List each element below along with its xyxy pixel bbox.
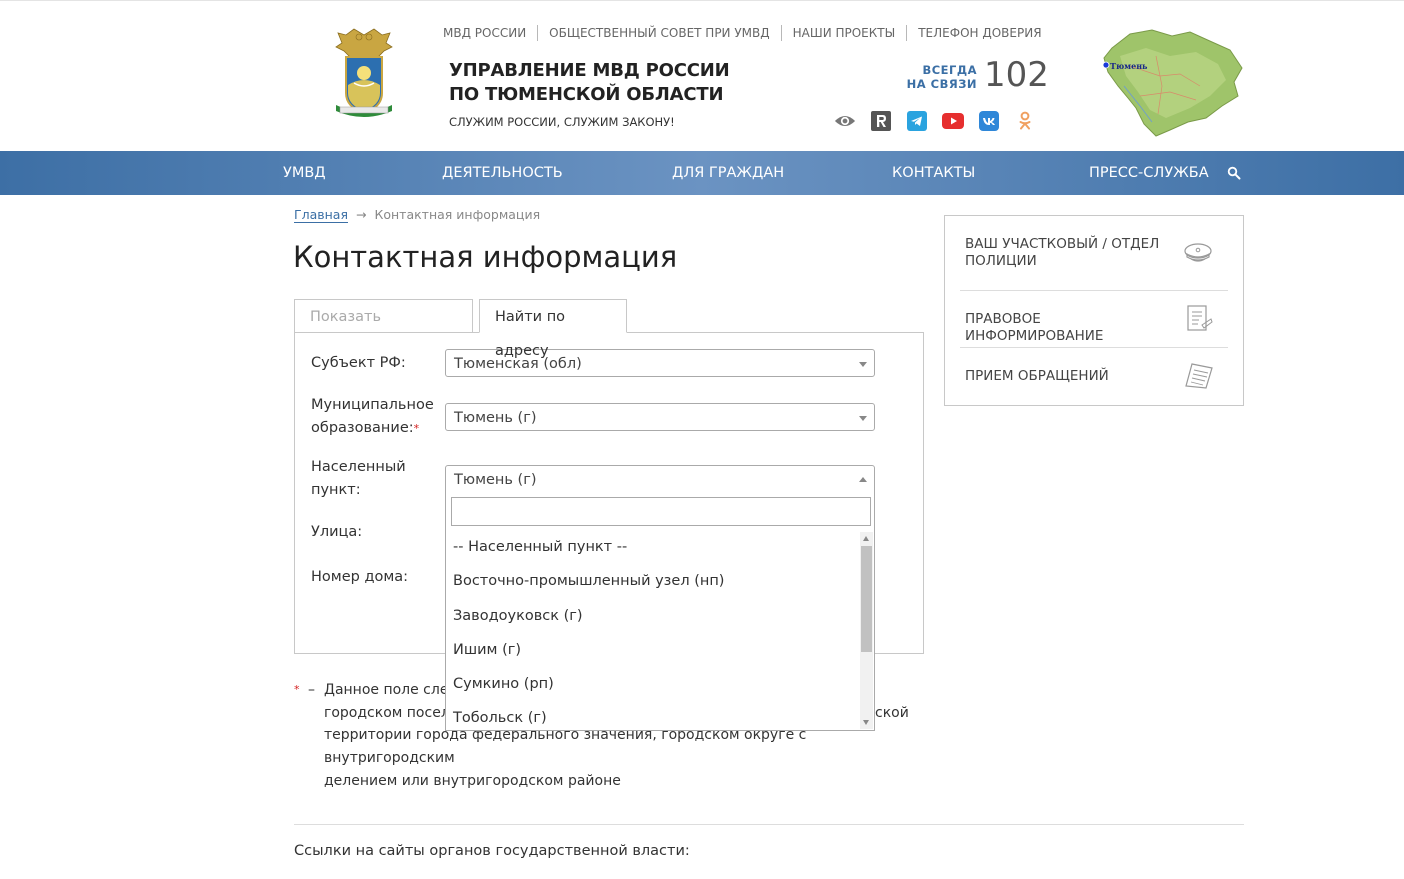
page-title: Контактная информация <box>293 240 678 274</box>
chevron-down-icon <box>859 362 867 367</box>
top-link-hotline[interactable]: ТЕЛЕФОН ДОВЕРИЯ <box>906 25 1052 41</box>
always-line2: НА СВЯЗИ <box>906 77 977 91</box>
sidebar-item-label-line2: ПОЛИЦИИ <box>965 253 1037 269</box>
locality-select-value: Тюмень (г) <box>454 472 537 488</box>
breadcrumb-arrow-icon: → <box>356 207 367 222</box>
breadcrumb-current: Контактная информация <box>374 207 541 222</box>
top-link-our-projects[interactable]: НАШИ ПРОЕКТЫ <box>780 25 907 41</box>
locality-option[interactable]: Ишим (г) <box>446 633 859 667</box>
divider <box>294 824 1244 825</box>
chevron-down-icon <box>859 416 867 421</box>
municipal-label: Муниципальное образование:* <box>311 394 434 440</box>
eye-icon[interactable] <box>834 110 856 132</box>
sidebar-item-label: ПРАВОВОЕ ИНФОРМИРОВАНИЕ <box>965 311 1104 344</box>
main-navigation: УМВД ДЕЯТЕЛЬНОСТЬ ДЛЯ ГРАЖДАН КОНТАКТЫ П… <box>0 151 1404 195</box>
telegram-icon[interactable] <box>906 110 928 132</box>
odnoklassniki-icon[interactable] <box>1014 110 1036 132</box>
locality-dropdown: -- Населенный пункт -- Восточно-промышле… <box>445 492 875 731</box>
top-link-mvd-russia[interactable]: МВД РОССИИ <box>443 25 537 41</box>
top-links: МВД РОССИИ ОБЩЕСТВЕННЫЙ СОВЕТ ПРИ УМВД Н… <box>443 25 1053 41</box>
note-required-mark: * <box>294 683 300 696</box>
nav-item-contacts[interactable]: КОНТАКТЫ <box>892 151 975 195</box>
legal-document-icon <box>1187 305 1213 331</box>
street-label: Улица: <box>311 524 363 540</box>
note-line2-end: ской <box>875 704 909 721</box>
scrollbar-thumb[interactable] <box>861 546 872 652</box>
sidebar-separator <box>960 290 1228 291</box>
sidebar-separator <box>960 347 1228 348</box>
locality-label-line1: Населенный <box>311 459 406 475</box>
appeal-paper-icon <box>1185 363 1213 389</box>
map-city-label: Тюмень <box>1110 61 1148 71</box>
locality-select[interactable]: Тюмень (г) <box>445 465 875 493</box>
sidebar-item-label-line1: ВАШ УЧАСТКОВЫЙ / ОТДЕЛ <box>965 236 1160 252</box>
site-title[interactable]: УПРАВЛЕНИЕ МВД РОССИИ ПО ТЮМЕНСКОЙ ОБЛАС… <box>449 59 769 107</box>
required-mark: * <box>413 422 420 435</box>
site-title-line2: ПО ТЮМЕНСКОЙ ОБЛАСТИ <box>449 84 724 105</box>
breadcrumb: Главная → Контактная информация <box>294 207 540 223</box>
sidebar-services: ВАШ УЧАСТКОВЫЙ / ОТДЕЛ ПОЛИЦИИ ПРАВОВОЕ … <box>944 215 1244 406</box>
chevron-up-icon <box>859 477 867 482</box>
tab-show-nearest[interactable]: Показать ближайшие <box>294 299 473 359</box>
site-header: МВД РОССИИ ОБЩЕСТВЕННЫЙ СОВЕТ ПРИ УМВД Н… <box>0 1 1404 151</box>
municipal-label-line1: Муниципальное <box>311 397 434 413</box>
always-line1: ВСЕГДА <box>922 63 977 77</box>
mvd-emblem-logo[interactable] <box>332 27 396 119</box>
always-connected-label: ВСЕГДА НА СВЯЗИ <box>900 63 977 91</box>
note-line3: территории города федерального значения,… <box>324 727 807 767</box>
breadcrumb-home-link[interactable]: Главная <box>294 207 348 223</box>
sidebar-item-label: ПРИЕМ ОБРАЩЕНИЙ <box>965 368 1109 384</box>
social-links <box>834 110 1036 132</box>
emergency-phone[interactable]: 102 <box>984 55 1049 95</box>
site-slogan: СЛУЖИМ РОССИИ, СЛУЖИМ ЗАКОНУ! <box>449 115 675 129</box>
scroll-up-arrow-icon[interactable] <box>863 536 869 541</box>
municipal-select-value: Тюмень (г) <box>454 410 537 426</box>
subject-label: Субъект РФ: <box>311 355 406 371</box>
locality-option[interactable]: -- Населенный пункт -- <box>446 530 859 564</box>
nav-item-activity[interactable]: ДЕЯТЕЛЬНОСТЬ <box>442 151 563 195</box>
gov-links-title: Ссылки на сайты органов государственной … <box>294 843 690 859</box>
house-number-label: Номер дома: <box>311 569 409 585</box>
note-line2-start: городском посел <box>324 704 450 721</box>
locality-option[interactable]: Сумкино (рп) <box>446 667 859 701</box>
note-line4: делением или внутригородском районе <box>324 772 621 789</box>
sidebar-item-legal-info[interactable]: ПРАВОВОЕ ИНФОРМИРОВАНИЕ <box>960 305 1228 344</box>
sidebar-item-district-officer[interactable]: ВАШ УЧАСТКОВЫЙ / ОТДЕЛ ПОЛИЦИИ <box>960 236 1228 276</box>
site-title-line1: УПРАВЛЕНИЕ МВД РОССИИ <box>449 60 730 81</box>
nav-item-for-citizens[interactable]: ДЛЯ ГРАЖДАН <box>672 151 784 195</box>
locality-label: Населенный пункт: <box>311 456 406 502</box>
police-cap-icon <box>1184 243 1212 262</box>
locality-label-line2: пункт: <box>311 482 361 498</box>
vk-icon[interactable] <box>978 110 1000 132</box>
dropdown-scrollbar[interactable] <box>860 532 873 729</box>
municipal-label-line2: образование: <box>311 420 414 436</box>
locality-option[interactable]: Тобольск (г) <box>446 701 859 730</box>
locality-search-input[interactable] <box>451 497 871 526</box>
locality-option[interactable]: Восточно-промышленный узел (нп) <box>446 564 859 598</box>
scroll-down-arrow-icon[interactable] <box>863 720 869 725</box>
sidebar-item-appeals[interactable]: ПРИЕМ ОБРАЩЕНИЙ <box>960 363 1228 398</box>
youtube-icon[interactable] <box>942 110 964 132</box>
tab-find-by-address[interactable]: Найти по адресу <box>479 299 627 359</box>
locality-option[interactable]: Заводоуковск (г) <box>446 599 859 633</box>
municipal-select[interactable]: Тюмень (г) <box>445 403 875 431</box>
locality-options-list: -- Населенный пункт -- Восточно-промышле… <box>446 530 859 730</box>
nav-item-press-service[interactable]: ПРЕСС-СЛУЖБА <box>1089 151 1209 195</box>
nav-item-umvd[interactable]: УМВД <box>283 151 326 195</box>
rutube-icon[interactable] <box>870 110 892 132</box>
note-dash: – <box>308 682 315 698</box>
tyumen-region-map[interactable]: Тюмень <box>1100 26 1246 138</box>
sidebar-item-label: ВАШ УЧАСТКОВЫЙ / ОТДЕЛ ПОЛИЦИИ <box>965 236 1165 270</box>
top-link-public-council[interactable]: ОБЩЕСТВЕННЫЙ СОВЕТ ПРИ УМВД <box>537 25 780 41</box>
search-icon[interactable] <box>1227 166 1241 180</box>
